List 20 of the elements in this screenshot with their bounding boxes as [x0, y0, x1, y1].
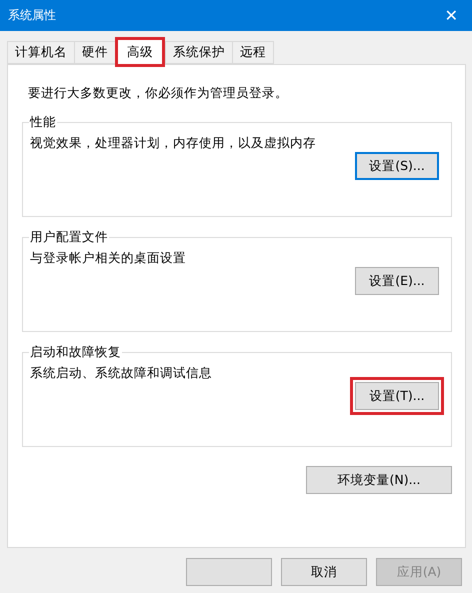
tab[interactable]: 高级 [117, 39, 163, 65]
group-description: 与登录帐户相关的桌面设置 [30, 250, 187, 267]
group-title: 用户配置文件 [29, 229, 109, 246]
group-title: 性能 [29, 114, 57, 131]
tab[interactable]: 系统保护 [165, 41, 233, 64]
close-button[interactable]: ✕ [438, 6, 464, 25]
settings-button[interactable]: 设置(T)... [355, 382, 439, 410]
settings-button[interactable]: 设置(E)... [355, 267, 439, 295]
tab[interactable]: 计算机名 [7, 41, 75, 64]
group-description: 视觉效果，处理器计划，内存使用，以及虚拟内存 [30, 135, 317, 152]
environment-variables-button[interactable]: 环境变量(N)... [306, 466, 452, 494]
window-title: 系统属性 [8, 7, 56, 24]
dialog-button[interactable] [186, 558, 272, 586]
admin-notice: 要进行大多数更改，你必须作为管理员登录。 [28, 85, 289, 102]
group-description: 系统启动、系统故障和调试信息 [30, 365, 213, 382]
tab[interactable]: 远程 [232, 41, 274, 64]
tab[interactable]: 硬件 [74, 41, 116, 64]
group-title: 启动和故障恢复 [29, 344, 122, 361]
settings-button[interactable]: 设置(S)... [355, 152, 439, 180]
dialog-button[interactable]: 取消 [281, 558, 367, 586]
